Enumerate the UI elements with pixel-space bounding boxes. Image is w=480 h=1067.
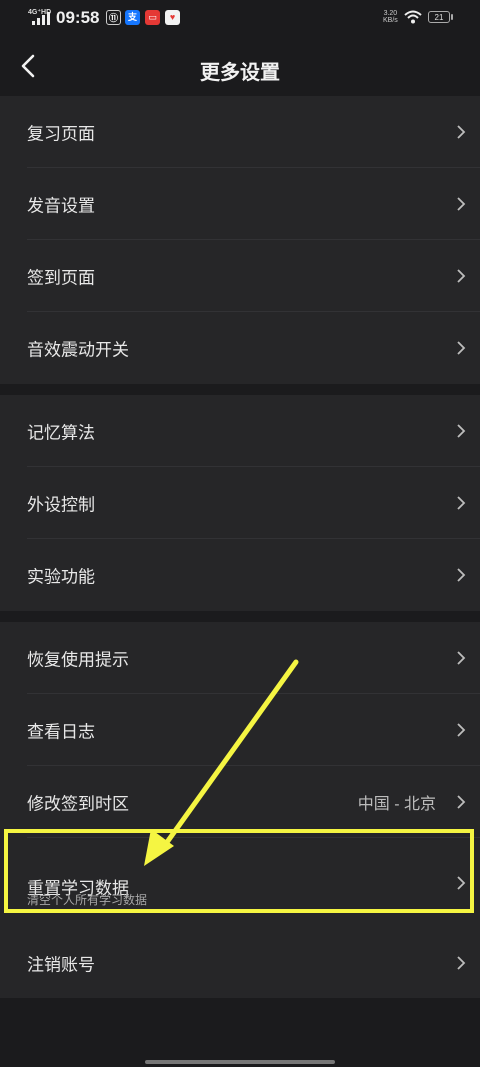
settings-item-review-page[interactable]: 复习页面 bbox=[0, 96, 480, 168]
signal-icon bbox=[32, 12, 50, 25]
settings-item-peripheral-control[interactable]: 外设控制 bbox=[0, 467, 480, 539]
settings-item-label: 发音设置 bbox=[27, 196, 95, 216]
network-speed: 3.20 KB/s bbox=[383, 10, 398, 24]
settings-item-experimental[interactable]: 实验功能 bbox=[0, 539, 480, 611]
chevron-right-icon bbox=[457, 341, 466, 355]
settings-item-label: 音效震动开关 bbox=[27, 340, 129, 360]
chevron-right-icon bbox=[457, 723, 466, 737]
app-map-icon: ♥ bbox=[165, 10, 180, 25]
chevron-right-icon bbox=[457, 125, 466, 139]
app-header: 更多设置 bbox=[0, 36, 480, 96]
settings-item-pronunciation[interactable]: 发音设置 bbox=[0, 168, 480, 240]
chevron-right-icon bbox=[457, 795, 466, 809]
settings-item-view-logs[interactable]: 查看日志 bbox=[0, 694, 480, 766]
network-speed-unit: KB/s bbox=[383, 17, 398, 24]
settings-item-label: 复习页面 bbox=[27, 124, 95, 144]
battery-tip bbox=[451, 14, 453, 20]
settings-item-checkin-timezone[interactable]: 修改签到时区 中国 - 北京 bbox=[0, 766, 480, 838]
settings-item-label: 实验功能 bbox=[27, 567, 95, 587]
battery-icon: 21 bbox=[428, 11, 450, 23]
chevron-right-icon bbox=[457, 197, 466, 211]
timezone-value: 中国 - 北京 bbox=[357, 796, 436, 813]
network-speed-value: 3.20 bbox=[383, 10, 398, 17]
home-indicator[interactable] bbox=[145, 1060, 335, 1064]
settings-item-delete-account[interactable]: 注销账号 bbox=[0, 928, 480, 998]
app-red-icon: ▭ bbox=[145, 10, 160, 25]
settings-item-label: 外设控制 bbox=[27, 495, 95, 515]
settings-item-checkin-page[interactable]: 签到页面 bbox=[0, 240, 480, 312]
highlight-box bbox=[4, 829, 474, 913]
settings-item-label: 注销账号 bbox=[27, 955, 95, 975]
settings-item-label: 修改签到时区 bbox=[27, 794, 129, 814]
settings-item-label: 查看日志 bbox=[27, 722, 95, 742]
chevron-right-icon bbox=[457, 424, 466, 438]
settings-item-label: 恢复使用提示 bbox=[27, 650, 129, 670]
alipay-app-icon: 支 bbox=[125, 10, 140, 25]
settings-item-sound-vibration[interactable]: 音效震动开关 bbox=[0, 312, 480, 384]
settings-item-memory-algorithm[interactable]: 记忆算法 bbox=[0, 395, 480, 467]
unicom-app-icon: ⑪ bbox=[106, 10, 121, 25]
settings-item-restore-tips[interactable]: 恢复使用提示 bbox=[0, 622, 480, 694]
settings-item-label: 记忆算法 bbox=[27, 423, 95, 443]
settings-group-3: 恢复使用提示 查看日志 修改签到时区 中国 - 北京 重置学习数据 清空个人所有… bbox=[0, 622, 480, 998]
chevron-right-icon bbox=[457, 269, 466, 283]
chevron-right-icon bbox=[457, 568, 466, 582]
clock: 09:58 bbox=[56, 8, 100, 27]
chevron-right-icon bbox=[457, 651, 466, 665]
settings-group-1: 复习页面 发音设置 签到页面 音效震动开关 bbox=[0, 96, 480, 384]
settings-group-2: 记忆算法 外设控制 实验功能 bbox=[0, 395, 480, 611]
chevron-right-icon bbox=[457, 956, 466, 970]
wifi-icon bbox=[404, 10, 422, 24]
page-title: 更多设置 bbox=[200, 62, 280, 84]
status-bar: 4G⁺HD 09:58 ⑪ 支 ▭ ♥ 3.20 KB/s 21 bbox=[0, 0, 480, 36]
chevron-right-icon bbox=[457, 496, 466, 510]
settings-item-label: 签到页面 bbox=[27, 268, 95, 288]
